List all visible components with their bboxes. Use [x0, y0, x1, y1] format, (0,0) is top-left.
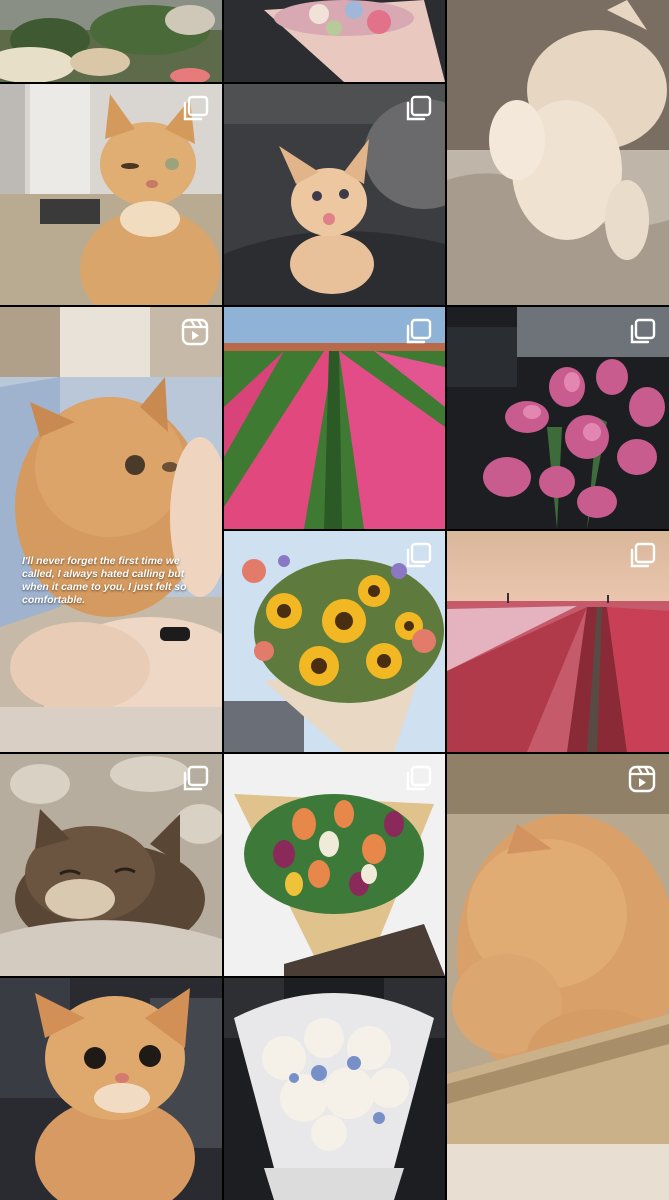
profile-post-grid: I'll never forget the first time we call…	[0, 0, 669, 1200]
cat-blanket-image	[447, 0, 669, 305]
post-tile-pink-tulip-field[interactable]	[224, 307, 445, 529]
pastel-bouquet-image	[224, 0, 445, 82]
carousel-icon	[403, 317, 433, 347]
carousel-icon	[180, 764, 210, 794]
post-tile-ginger-cat-box-reel[interactable]	[447, 754, 669, 1200]
post-tile-ginger-kitten-reel[interactable]: I'll never forget the first time we call…	[0, 307, 222, 752]
ginger-cat-portrait-image	[0, 978, 222, 1200]
post-tile-tulip-bouquet[interactable]	[224, 754, 445, 976]
post-tile-peony-bouquet[interactable]	[224, 978, 445, 1200]
post-tile-pastel-bouquet[interactable]	[224, 0, 445, 82]
ginger-cat-box-image	[447, 754, 669, 1200]
post-tile-sunset-tulip-fields[interactable]	[447, 531, 669, 752]
carousel-icon	[627, 317, 657, 347]
post-tile-pink-tulips-car[interactable]	[447, 307, 669, 529]
flower-garden-image	[0, 0, 222, 82]
carousel-icon	[403, 94, 433, 124]
post-tile-ginger-cat-wink[interactable]	[0, 84, 222, 305]
peony-bouquet-image	[224, 978, 445, 1200]
post-tile-sunflower-bouquet[interactable]	[224, 531, 445, 752]
reel-icon	[627, 764, 657, 794]
ginger-kitten-reel-image	[0, 307, 222, 752]
carousel-icon	[403, 764, 433, 794]
post-tile-ginger-kitten[interactable]	[224, 84, 445, 305]
carousel-icon	[180, 94, 210, 124]
post-tile-tabby-kitten[interactable]	[0, 754, 222, 976]
post-tile-flower-garden[interactable]	[0, 0, 222, 82]
post-caption: I'll never forget the first time we call…	[22, 555, 187, 606]
post-tile-ginger-cat-portrait[interactable]	[0, 978, 222, 1200]
carousel-icon	[627, 541, 657, 571]
post-tile-cat-blanket[interactable]	[447, 0, 669, 305]
reel-icon	[180, 317, 210, 347]
carousel-icon	[403, 541, 433, 571]
